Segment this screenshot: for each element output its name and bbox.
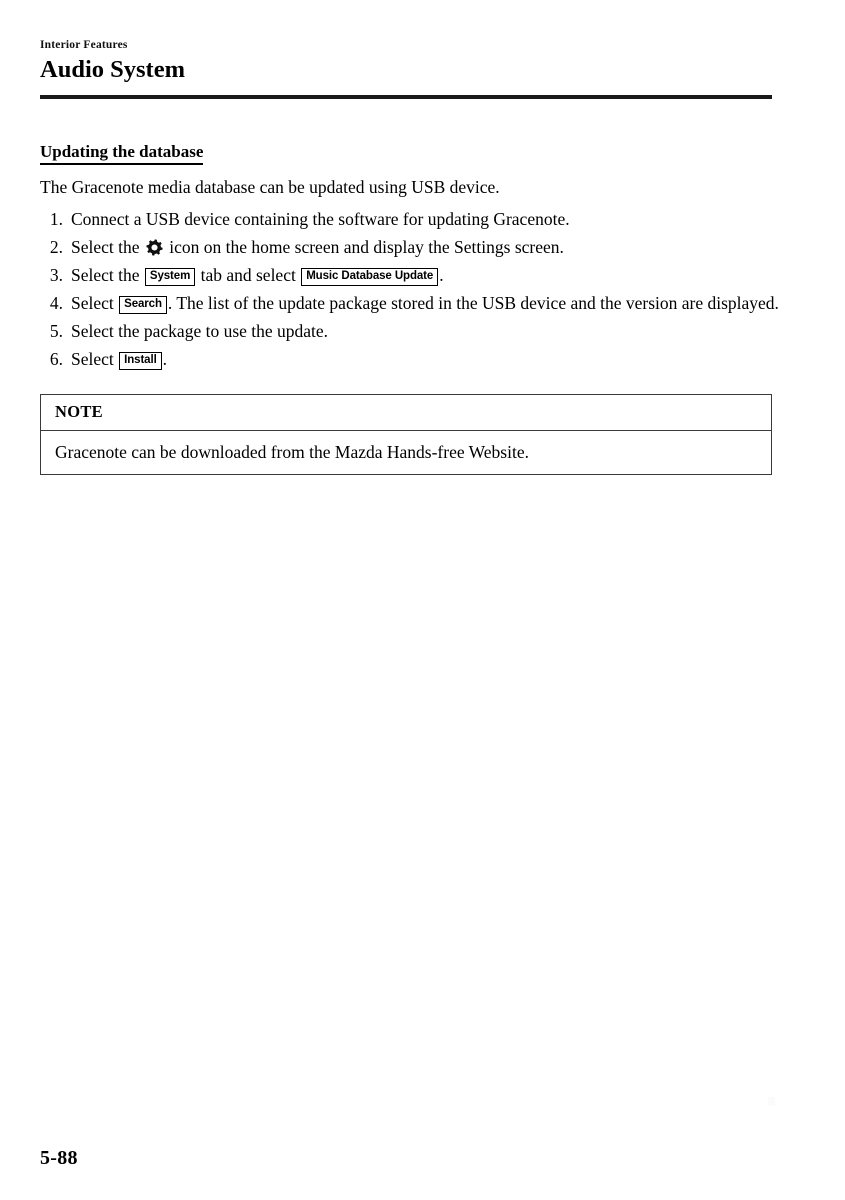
step-text-run: Select (71, 293, 119, 313)
procedure-step: 4. Select Search. The list of the update … (40, 292, 780, 315)
procedure-step: 3. Select the System tab and select Music… (40, 264, 780, 287)
step-text-run: tab and select (196, 265, 301, 285)
procedure-step-list: 1. Connect a USB device containing the so… (40, 208, 780, 376)
note-box: NOTE Gracenote can be downloaded from th… (40, 394, 772, 475)
step-text-run: . (439, 265, 444, 285)
manual-page: Interior Features Audio System Updating … (0, 0, 845, 1200)
note-label: NOTE (41, 395, 771, 431)
step-text-run: Select the package to use the update. (71, 321, 329, 341)
step-text-run: Select (71, 349, 119, 369)
section-heading: Updating the database (40, 141, 204, 165)
gear-icon (146, 239, 163, 256)
procedure-step: 2. Select the icon on the home screen and… (40, 236, 780, 259)
step-text: Select the icon on the home screen and d… (71, 236, 780, 259)
step-text-run: Select the (71, 265, 144, 285)
procedure-step: 6. Select Install. (40, 348, 780, 371)
step-number: 2. (49, 237, 63, 257)
scan-artifact (768, 1097, 775, 1106)
note-body-text: Gracenote can be downloaded from the Maz… (55, 442, 529, 462)
ui-key-system[interactable]: System (144, 267, 196, 286)
step-text: Select the System tab and select Music D… (71, 264, 780, 287)
chapter-label: Interior Features (40, 39, 128, 51)
ui-key-install[interactable]: Install (119, 351, 162, 370)
step-text-run: Select the (71, 237, 144, 257)
step-text-run: . (162, 349, 168, 369)
step-text: Select the package to use the update. (71, 320, 780, 343)
procedure-step: 1. Connect a USB device containing the so… (40, 208, 780, 231)
step-text-run: . The list of the update package stored … (167, 293, 779, 313)
step-number: 1. (49, 209, 63, 229)
header-divider (40, 95, 772, 99)
step-text-run: Connect a USB device containing the soft… (71, 209, 570, 229)
page-title: Audio System (40, 56, 185, 83)
step-number: 4. (49, 293, 63, 313)
procedure-step: 5. Select the package to use the update. (40, 320, 780, 343)
step-text: Select Search. The list of the update pa… (71, 292, 780, 315)
step-text: Connect a USB device containing the soft… (71, 208, 780, 231)
step-text-run: icon on the home screen and display the … (164, 237, 564, 257)
page-number: 5-88 (40, 1147, 78, 1169)
step-number: 5. (49, 321, 63, 341)
ui-key-search[interactable]: Search (119, 295, 167, 314)
section-intro-paragraph: The Gracenote media database can be upda… (40, 177, 500, 197)
step-number: 3. (49, 265, 63, 285)
page-header: Interior Features Audio System (40, 38, 772, 85)
ui-key-music-database-update[interactable]: Music Database Update (301, 267, 439, 286)
step-number: 6. (49, 349, 63, 369)
step-text: Select Install. (71, 348, 780, 371)
